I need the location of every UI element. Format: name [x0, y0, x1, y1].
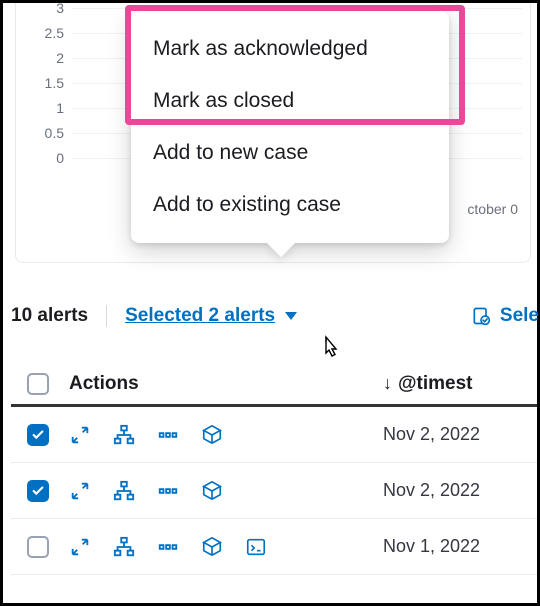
y-tick: 0: [56, 150, 64, 166]
y-axis: 3 2.5 2 1.5 1 0.5 0: [16, 3, 70, 183]
more-icon[interactable]: [157, 536, 179, 558]
y-tick: 3: [56, 0, 64, 16]
table-row: Nov 2, 2022: [11, 407, 537, 463]
expand-icon[interactable]: [69, 424, 91, 446]
menu-item-add-existing-case[interactable]: Add to existing case: [131, 179, 449, 231]
separator: [106, 305, 107, 327]
y-tick: 0.5: [45, 125, 64, 141]
more-icon[interactable]: [157, 480, 179, 502]
timestamp-cell: Nov 1, 2022: [383, 536, 537, 557]
alerts-toolbar: 10 alerts Selected 2 alerts Sele: [11, 305, 539, 327]
column-timestamp-label: @timest: [398, 373, 473, 395]
table-row: Nov 1, 2022: [11, 519, 537, 575]
select-all-checkbox[interactable]: [27, 373, 49, 395]
column-timestamp[interactable]: ↓ @timest: [383, 373, 537, 395]
sort-desc-icon: ↓: [383, 373, 392, 394]
row-checkbox[interactable]: [27, 424, 49, 446]
row-checkbox[interactable]: [27, 480, 49, 502]
pointer-cursor-icon: [319, 333, 343, 359]
table-row: Nov 2, 2022: [11, 463, 537, 519]
more-icon[interactable]: [157, 424, 179, 446]
row-checkbox[interactable]: [27, 536, 49, 558]
timestamp-cell: Nov 2, 2022: [383, 424, 537, 445]
column-actions: Actions: [65, 373, 383, 395]
y-tick: 2: [56, 50, 64, 66]
menu-item-mark-acknowledged[interactable]: Mark as acknowledged: [131, 23, 449, 75]
analyze-tree-icon[interactable]: [113, 536, 135, 558]
expand-icon[interactable]: [69, 480, 91, 502]
selected-alerts-label: Selected 2 alerts: [125, 305, 275, 327]
cube-icon[interactable]: [201, 480, 223, 502]
analyze-tree-icon[interactable]: [113, 480, 135, 502]
menu-item-add-new-case[interactable]: Add to new case: [131, 127, 449, 179]
timestamp-cell: Nov 2, 2022: [383, 480, 537, 501]
chevron-down-icon: [285, 312, 297, 320]
alerts-table: Actions ↓ @timest Nov 2, 2022: [11, 363, 537, 575]
selected-alerts-dropdown[interactable]: Selected 2 alerts: [125, 305, 297, 327]
expand-icon[interactable]: [69, 536, 91, 558]
menu-item-mark-closed[interactable]: Mark as closed: [131, 75, 449, 127]
bulk-actions-menu: Mark as acknowledged Mark as closed Add …: [131, 11, 449, 243]
y-tick: 2.5: [45, 25, 64, 41]
table-header: Actions ↓ @timest: [11, 363, 537, 407]
select-all-label: Sele: [500, 305, 539, 327]
y-tick: 1.5: [45, 75, 64, 91]
y-tick: 1: [56, 100, 64, 116]
x-tick-partial: ctober 0: [467, 201, 518, 217]
cube-icon[interactable]: [201, 424, 223, 446]
cube-icon[interactable]: [201, 536, 223, 558]
select-all-button[interactable]: Sele: [470, 305, 539, 327]
alert-count: 10 alerts: [11, 305, 88, 327]
select-all-icon: [470, 305, 492, 327]
session-view-icon[interactable]: [245, 536, 267, 558]
analyze-tree-icon[interactable]: [113, 424, 135, 446]
